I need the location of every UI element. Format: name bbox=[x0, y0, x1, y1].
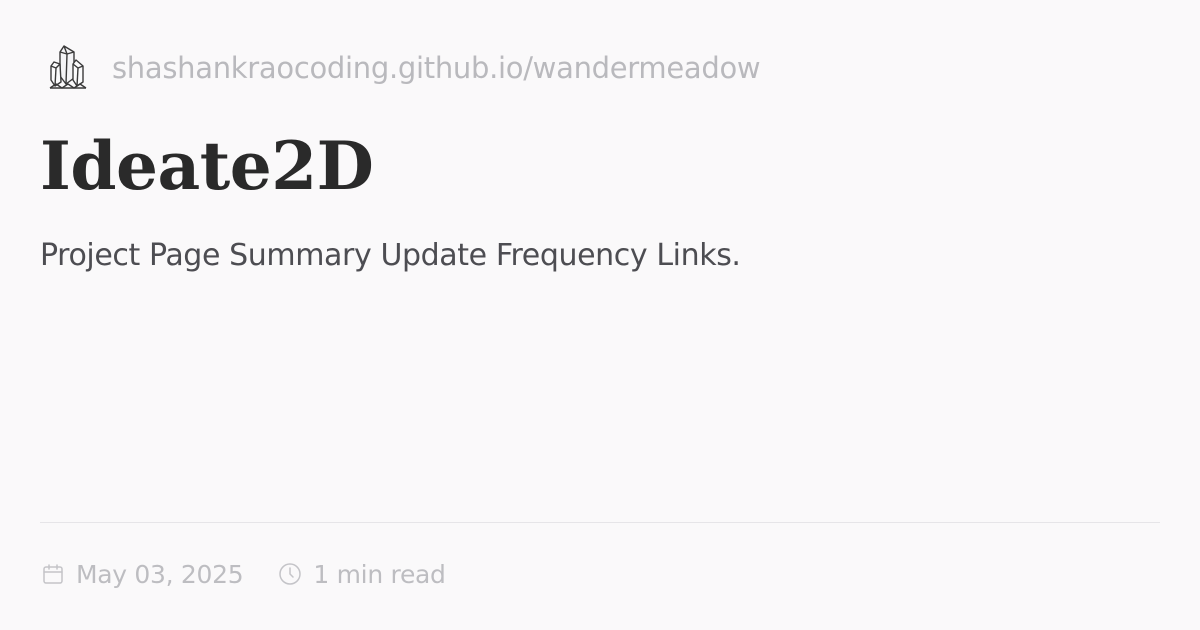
post-meta: May 03, 2025 1 min read bbox=[40, 554, 480, 594]
publish-date: May 03, 2025 bbox=[40, 559, 244, 589]
publish-date-text: May 03, 2025 bbox=[76, 559, 244, 589]
page-description: Project Page Summary Update Frequency Li… bbox=[40, 238, 741, 273]
read-time: 1 min read bbox=[277, 559, 446, 589]
crystal-cluster-icon bbox=[44, 40, 92, 96]
clock-icon bbox=[277, 561, 303, 587]
divider bbox=[40, 522, 1160, 523]
read-time-text: 1 min read bbox=[313, 559, 446, 589]
calendar-icon bbox=[40, 561, 66, 587]
page-title: Ideate2D bbox=[40, 127, 374, 205]
site-url[interactable]: shashankraocoding.github.io/wandermeadow bbox=[112, 51, 761, 85]
og-card: shashankraocoding.github.io/wandermeadow… bbox=[0, 0, 1200, 630]
site-header: shashankraocoding.github.io/wandermeadow bbox=[44, 40, 761, 96]
